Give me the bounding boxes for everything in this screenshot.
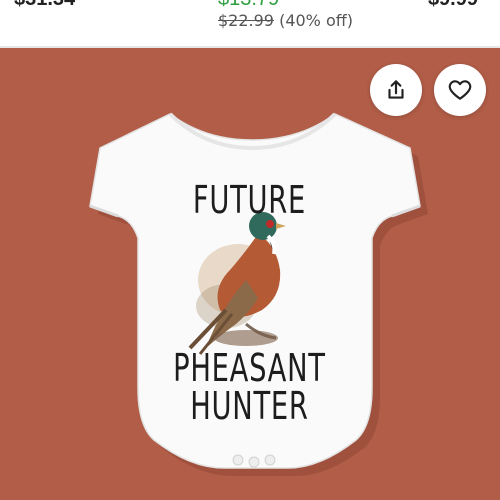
heart-icon [448,80,472,100]
price-details: $22.99 (40% off) [218,11,353,30]
onesie-illustration [89,112,428,476]
share-button[interactable] [370,64,422,116]
sale-price: $13.79 [218,0,279,11]
product-image[interactable]: FUTURE PHEASANT HUNTER [0,48,500,500]
original-price: $22.99 [218,11,274,30]
print-text-line1: FUTURE [192,178,306,222]
neighbor-price-right: $9.99 [428,0,478,11]
neighbor-price-left: $31.34 [14,0,75,11]
price-strip: $31.34 $13.79 $22.99 (40% off) $9.99 [0,0,500,46]
discount-label: (40% off) [279,11,354,30]
print-text-line3: HUNTER [190,384,309,428]
favorite-button[interactable] [434,64,486,116]
share-icon [388,80,404,99]
